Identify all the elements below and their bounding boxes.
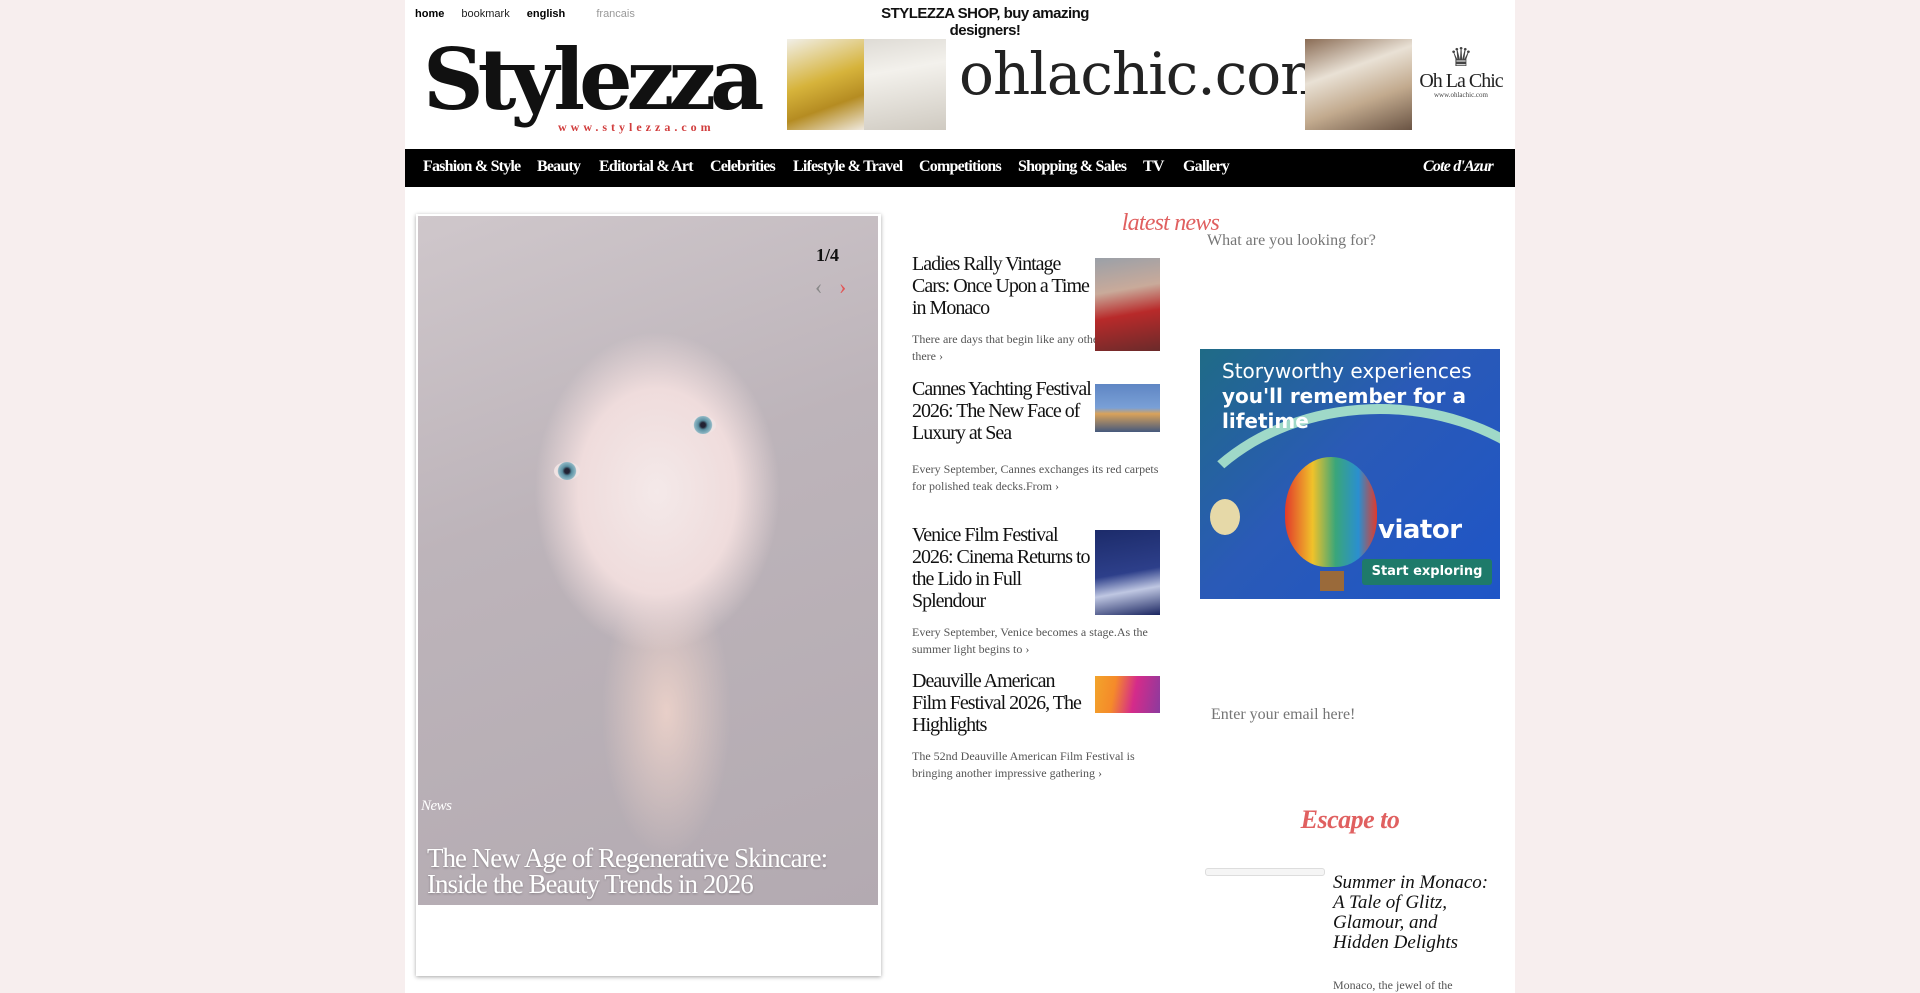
news-title[interactable]: Ladies Rally Vintage Cars: Once Upon a T…	[912, 253, 1092, 319]
nav-cote-dazur[interactable]: Cote d'Azur	[1423, 158, 1494, 176]
banner-domain-text: ohlachic.com	[959, 40, 1335, 108]
ohlachic-brand-logo: ♛ Oh La Chic www.ohlachic.com	[1415, 43, 1507, 100]
chevron-right-icon[interactable]: ›	[839, 274, 846, 300]
slide-counter: 1/4	[816, 245, 840, 265]
banner-photo-collar-top	[1305, 39, 1412, 130]
small-balloon-icon	[1210, 499, 1240, 535]
viator-logo: viator	[1378, 515, 1462, 545]
shop-promo-link[interactable]: STYLEZZA SHOP, buy amazing designers!	[845, 5, 1125, 39]
page-container: home bookmark english francais STYLEZZA …	[405, 0, 1515, 993]
chevron-left-icon[interactable]: ‹	[815, 274, 822, 300]
ohlachic-brand-name: Oh La Chic	[1419, 70, 1503, 92]
ad-headline: Storyworthy experiences you'll remember …	[1222, 359, 1492, 434]
slide-category[interactable]: News	[421, 798, 452, 815]
nav-gallery[interactable]: Gallery	[1183, 158, 1230, 176]
utility-bar: home bookmark english francais	[415, 8, 649, 20]
francais-link[interactable]: francais	[596, 8, 635, 20]
nav-tv[interactable]: TV	[1143, 158, 1164, 176]
ad-headline-line-2: you'll remember for a lifetime	[1222, 384, 1466, 433]
news-excerpt[interactable]: The 52nd Deauville American Film Festiva…	[912, 748, 1162, 782]
news-excerpt[interactable]: Every September, Cannes exchanges its re…	[912, 461, 1162, 495]
ad-headline-line-1: Storyworthy experiences	[1222, 359, 1472, 383]
nav-shopping-sales[interactable]: Shopping & Sales	[1018, 158, 1127, 176]
news-thumbnail[interactable]	[1095, 384, 1160, 432]
hot-air-balloon-icon	[1285, 457, 1377, 567]
ohlachic-brand-url: www.ohlachic.com	[1434, 91, 1488, 99]
crown-icon: ♛	[1449, 43, 1473, 72]
escape-thumbnail[interactable]	[1205, 868, 1325, 876]
news-excerpt[interactable]: Every September, Venice becomes a stage.…	[912, 624, 1162, 658]
viator-ad[interactable]: Storyworthy experiences you'll remember …	[1200, 349, 1500, 599]
news-title[interactable]: Venice Film Festival 2026: Cinema Return…	[912, 524, 1092, 612]
logo-wordmark: Stylezza	[423, 30, 764, 129]
balloon-basket	[1320, 571, 1344, 591]
news-title[interactable]: Cannes Yachting Festival 2026: The New F…	[912, 378, 1092, 444]
news-thumbnail[interactable]	[1095, 258, 1160, 351]
nav-beauty[interactable]: Beauty	[537, 158, 581, 176]
slide-image[interactable]	[418, 216, 878, 905]
ohlachic-banner-ad[interactable]: ohlachic.com ♛ Oh La Chic www.ohlachic.c…	[787, 39, 1507, 130]
newsletter-email-input[interactable]	[1209, 700, 1503, 730]
start-exploring-button[interactable]: Start exploring	[1362, 559, 1492, 585]
news-thumbnail[interactable]	[1095, 676, 1160, 713]
nav-competitions[interactable]: Competitions	[919, 158, 1002, 176]
home-link[interactable]: home	[415, 8, 444, 20]
slide-title[interactable]: The New Age of Regenerative Skincare: In…	[427, 845, 867, 898]
escape-article-excerpt[interactable]: Monaco, the jewel of the	[1333, 978, 1493, 993]
banner-photo-white-outfit	[864, 39, 946, 130]
slide-image-eye	[554, 462, 580, 480]
main-nav: Fashion & Style Beauty Editorial & Art C…	[405, 149, 1515, 187]
news-thumbnail[interactable]	[1095, 530, 1160, 615]
slide-image-eye	[690, 416, 716, 434]
banner-photo-yellow-dress	[787, 39, 864, 130]
nav-lifestyle-travel[interactable]: Lifestyle & Travel	[793, 158, 903, 176]
latest-news-heading: latest news	[1121, 210, 1220, 236]
nav-fashion-style[interactable]: Fashion & Style	[423, 158, 521, 176]
search-input[interactable]	[1205, 226, 1499, 256]
news-title[interactable]: Deauville American Film Festival 2026, T…	[912, 670, 1092, 736]
nav-editorial-art[interactable]: Editorial & Art	[599, 158, 694, 176]
nav-celebrities[interactable]: Celebrities	[710, 158, 776, 176]
english-link[interactable]: english	[527, 8, 566, 20]
escape-article-title[interactable]: Summer in Monaco: A Tale of Glitz, Glamo…	[1333, 873, 1493, 953]
bookmark-link[interactable]: bookmark	[461, 8, 509, 20]
logo-url: www.stylezza.com	[558, 120, 715, 134]
site-logo[interactable]: Stylezza www.stylezza.com	[423, 38, 764, 138]
escape-to-heading: Escape to	[1300, 805, 1400, 834]
